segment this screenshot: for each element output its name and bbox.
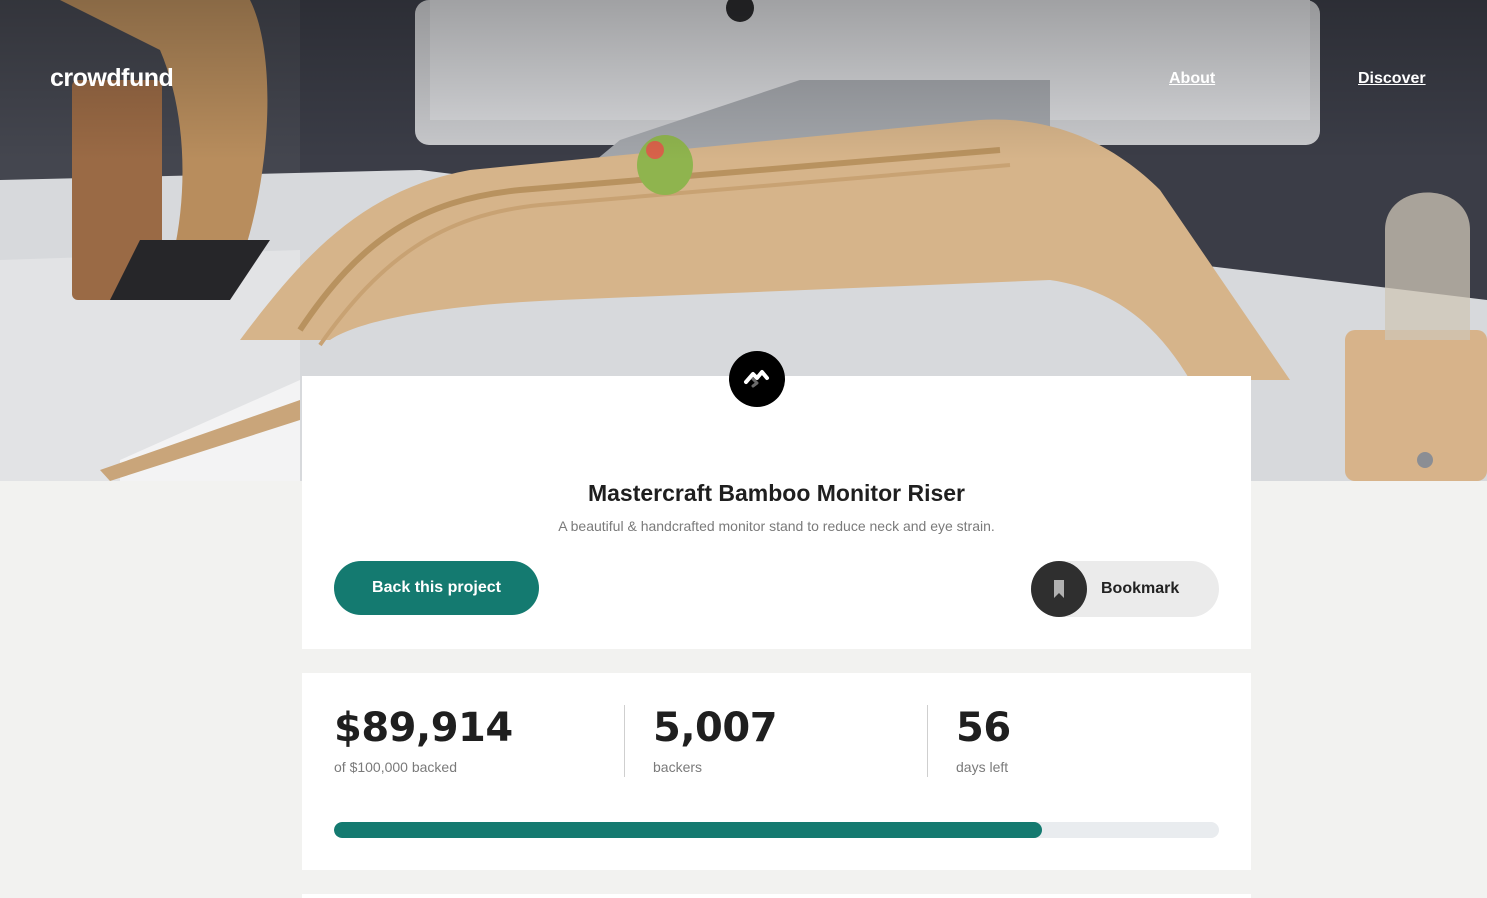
stat-days-left: 56 days left [956,705,1011,775]
bookmark-label: Bookmark [1101,580,1180,597]
stat-backers: 5,007 backers [653,705,778,775]
backed-amount: $89,914 [334,705,513,751]
stat-divider [927,705,928,777]
funding-progress-bar [334,822,1219,838]
project-title: Mastercraft Bamboo Monitor Riser [587,480,965,506]
funding-progress-fill [334,822,1042,838]
stats-card: $89,914 of $100,000 backed 5,007 backers… [302,673,1251,870]
bookmark-icon [1031,561,1087,617]
about-card [302,894,1251,898]
days-left-count: 56 [956,705,1011,751]
brand-logo[interactable]: crowdfund [50,64,174,93]
project-subtitle: A beautiful & handcrafted monitor stand … [558,518,995,534]
backers-label: backers [653,759,703,775]
stat-divider [624,705,625,777]
back-project-button[interactable]: Back this project [334,561,539,615]
backers-count: 5,007 [653,705,778,751]
bookmark-button[interactable]: Bookmark [1031,561,1219,617]
nav-discover-link[interactable]: Discover [1358,70,1426,88]
stat-backed: $89,914 of $100,000 backed [334,705,513,775]
days-left-label: days left [956,759,1009,775]
mastercraft-logo-icon [729,351,785,407]
backed-label: of $100,000 backed [334,759,457,775]
project-intro-card: Mastercraft Bamboo Monitor Riser A beaut… [302,376,1251,649]
nav-about-link[interactable]: About [1169,70,1215,88]
